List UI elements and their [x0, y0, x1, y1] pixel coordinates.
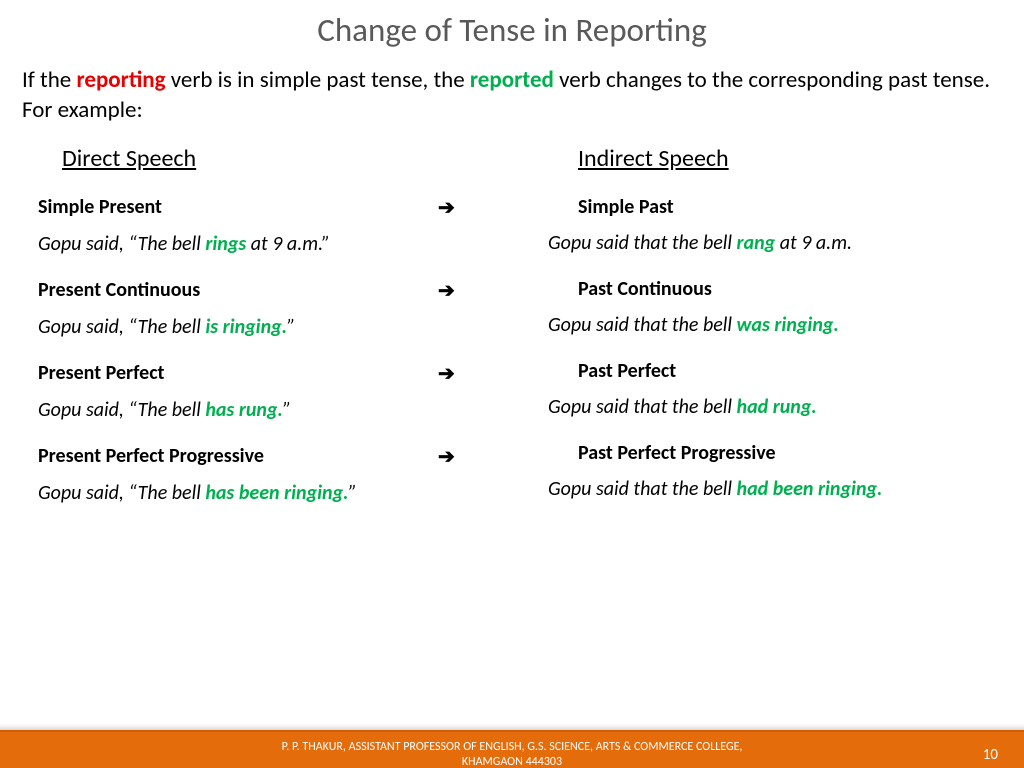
tense-row: Simple Past [548, 195, 1002, 219]
tense-row: Present Perfect➔ [38, 361, 548, 386]
tense-label: Present Perfect [38, 361, 438, 386]
example-row: Gopu said that the bell had been ringing… [548, 477, 1002, 501]
direct-speech-header: Direct Speech [38, 144, 548, 173]
example-text-pre: Gopu said that the bell [548, 231, 737, 255]
example-verb: had rung. [737, 395, 817, 419]
example-row: Gopu said, “The bell is ringing.” [38, 315, 548, 339]
example-verb: rang [737, 231, 776, 255]
example-verb: rings [205, 232, 246, 256]
arrow-icon: ➔ [438, 444, 498, 469]
intro-text-1: If the [22, 66, 76, 94]
example-verb: had been ringing. [737, 477, 883, 501]
tense-row: Present Perfect Progressive➔ [38, 444, 548, 469]
example-row: Gopu said, “The bell has rung.” [38, 398, 548, 422]
footer-bar: P. P. THAKUR, ASSISTANT PROFESSOR OF ENG… [0, 730, 1024, 768]
example-text-pre: Gopu said that the bell [548, 395, 737, 419]
arrow-icon: ➔ [438, 278, 498, 303]
indirect-speech-column: Indirect Speech Simple Past Gopu said th… [548, 144, 1002, 527]
slide-title: Change of Tense in Reporting [0, 10, 1024, 50]
example-row: Gopu said that the bell had rung. [548, 395, 1002, 419]
example-text-pre: Gopu said, “The bell [38, 481, 205, 505]
example-text-pre: Gopu said that the bell [548, 313, 737, 337]
intro-paragraph: If the reporting verb is in simple past … [0, 66, 1024, 126]
example-text-pre: Gopu said, “The bell [38, 398, 205, 422]
intro-reported-word: reported [470, 66, 554, 94]
tense-row: Past Perfect Progressive [548, 441, 1002, 465]
example-row: Gopu said, “The bell rings at 9 a.m.” [38, 232, 548, 256]
columns-wrapper: Direct Speech Simple Present➔ Gopu said,… [0, 144, 1024, 527]
tense-row: Present Continuous➔ [38, 278, 548, 303]
intro-text-2: verb is in simple past tense, the [166, 66, 470, 94]
example-text-post: at 9 a.m.” [246, 232, 330, 256]
tense-row: Past Perfect [548, 359, 1002, 383]
example-verb: was ringing. [737, 313, 839, 337]
example-text-post: ” [283, 398, 291, 422]
intro-reporting-word: reporting [76, 66, 165, 94]
page-number: 10 [983, 746, 998, 764]
footer-text: P. P. THAKUR, ASSISTANT PROFESSOR OF ENG… [252, 740, 772, 768]
example-verb: is ringing. [205, 315, 287, 339]
slide: Change of Tense in Reporting If the repo… [0, 10, 1024, 768]
example-text-pre: Gopu said, “The bell [38, 315, 205, 339]
example-row: Gopu said that the bell rang at 9 a.m. [548, 231, 1002, 255]
example-row: Gopu said, “The bell has been ringing.” [38, 481, 548, 505]
tense-label: Present Continuous [38, 278, 438, 303]
arrow-icon: ➔ [438, 361, 498, 386]
tense-label: Present Perfect Progressive [38, 444, 438, 469]
example-text-post: ” [287, 315, 295, 339]
example-text-post: ” [349, 481, 357, 505]
tense-row: Past Continuous [548, 277, 1002, 301]
indirect-speech-header: Indirect Speech [548, 144, 1002, 173]
example-row: Gopu said that the bell was ringing. [548, 313, 1002, 337]
tense-row: Simple Present➔ [38, 195, 548, 220]
arrow-icon: ➔ [438, 195, 498, 220]
example-text-post: at 9 a.m. [775, 231, 852, 255]
example-verb: has been ringing. [205, 481, 348, 505]
direct-speech-column: Direct Speech Simple Present➔ Gopu said,… [38, 144, 548, 527]
example-text-pre: Gopu said, “The bell [38, 232, 205, 256]
tense-label: Simple Present [38, 195, 438, 220]
example-verb: has rung. [205, 398, 283, 422]
example-text-pre: Gopu said that the bell [548, 477, 737, 501]
